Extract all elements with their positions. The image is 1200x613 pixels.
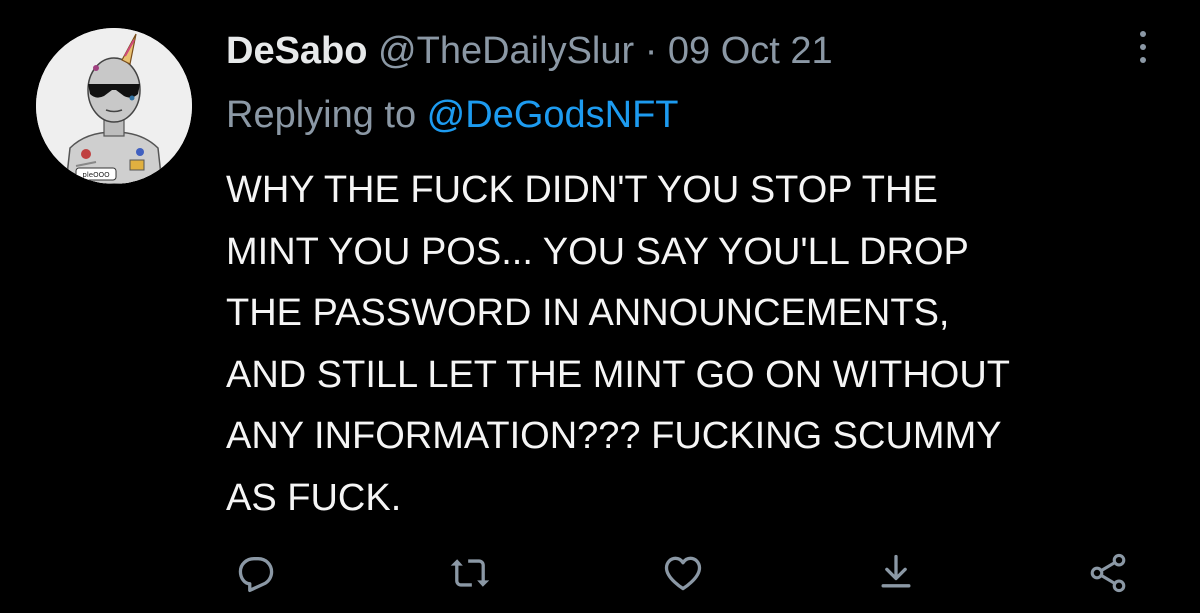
tweet-header: DeSabo @TheDailySlur · 09 Oct 21 — [226, 28, 1120, 74]
tweet-date[interactable]: 09 Oct 21 — [668, 30, 833, 72]
separator: · — [644, 30, 658, 72]
author-name[interactable]: DeSabo — [226, 30, 367, 72]
like-button[interactable] — [655, 545, 711, 601]
mention-link[interactable]: @DeGodsNFT — [427, 94, 679, 136]
more-dot-icon — [1140, 44, 1146, 50]
avatar-image: pleOOO — [36, 28, 192, 184]
tweet-text: WHY THE FUCK DIDN'T YOU STOP THE MINT YO… — [226, 169, 1011, 519]
avatar[interactable]: pleOOO — [36, 28, 192, 184]
action-bar — [0, 545, 1200, 601]
share-icon — [1090, 553, 1126, 593]
download-icon — [881, 554, 911, 588]
retweet-button[interactable] — [442, 545, 498, 601]
reply-icon — [238, 557, 274, 593]
more-options-button[interactable] — [1126, 22, 1160, 72]
like-icon — [664, 556, 702, 591]
retweet-icon — [450, 559, 490, 587]
replying-to: Replying to @DeGodsNFT — [226, 92, 679, 138]
reply-button[interactable] — [228, 545, 284, 601]
avatar-badge-text: pleOOO — [82, 171, 110, 179]
share-button[interactable] — [1080, 545, 1136, 601]
more-dot-icon — [1140, 31, 1146, 37]
more-dot-icon — [1140, 57, 1146, 63]
tweet[interactable]: pleOOO DeSabo @TheDailySlur · 09 Oct 21 … — [0, 0, 1200, 613]
author-handle[interactable]: @TheDailySlur — [378, 30, 634, 72]
download-button[interactable] — [868, 545, 924, 601]
replying-to-label: Replying to — [226, 94, 427, 136]
